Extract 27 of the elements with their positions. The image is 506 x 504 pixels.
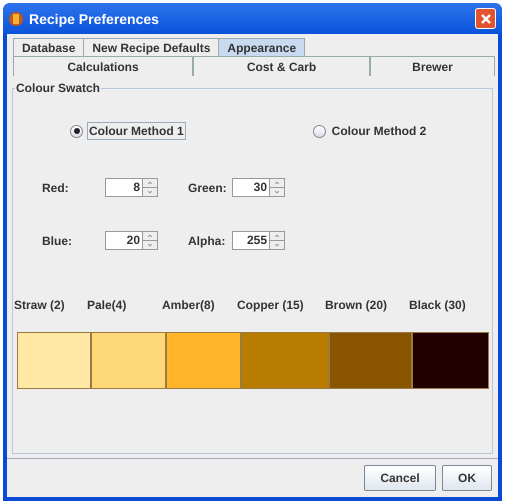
close-button[interactable] xyxy=(475,8,496,29)
field-label: Red: xyxy=(42,180,70,194)
tab[interactable]: Calculations xyxy=(13,56,193,76)
dialog-button[interactable]: Cancel xyxy=(364,465,436,491)
radio-button[interactable] xyxy=(70,124,83,138)
tab[interactable]: Database xyxy=(13,38,84,56)
swatch-label: Pale(4) xyxy=(87,298,128,312)
tab[interactable]: New Recipe Defaults xyxy=(83,38,220,56)
radio-label[interactable]: Colour Method 2 xyxy=(330,122,428,140)
swatch-label: Amber(8) xyxy=(162,298,216,312)
field-label: Green: xyxy=(187,180,228,194)
swatch-label: Brown (20) xyxy=(325,298,388,312)
tab[interactable]: Brewer xyxy=(370,56,495,76)
swatch-label: Copper (15) xyxy=(237,298,305,312)
app-icon xyxy=(8,10,24,26)
tab[interactable]: Cost & Carb xyxy=(193,56,370,76)
window-title: Recipe Preferences xyxy=(29,10,160,26)
swatch-label: Straw (2) xyxy=(14,298,66,312)
field-label: Blue: xyxy=(42,234,73,248)
field-label: Alpha: xyxy=(187,234,226,248)
dialog-button[interactable]: OK xyxy=(442,465,492,491)
close-icon xyxy=(480,12,492,24)
radio-label[interactable]: Colour Method 1 xyxy=(87,122,186,140)
group-title: Colour Swatch xyxy=(15,81,102,95)
radio-button[interactable] xyxy=(312,124,326,138)
swatch-label: Black (30) xyxy=(409,298,466,312)
tab[interactable]: Appearance xyxy=(218,38,306,56)
